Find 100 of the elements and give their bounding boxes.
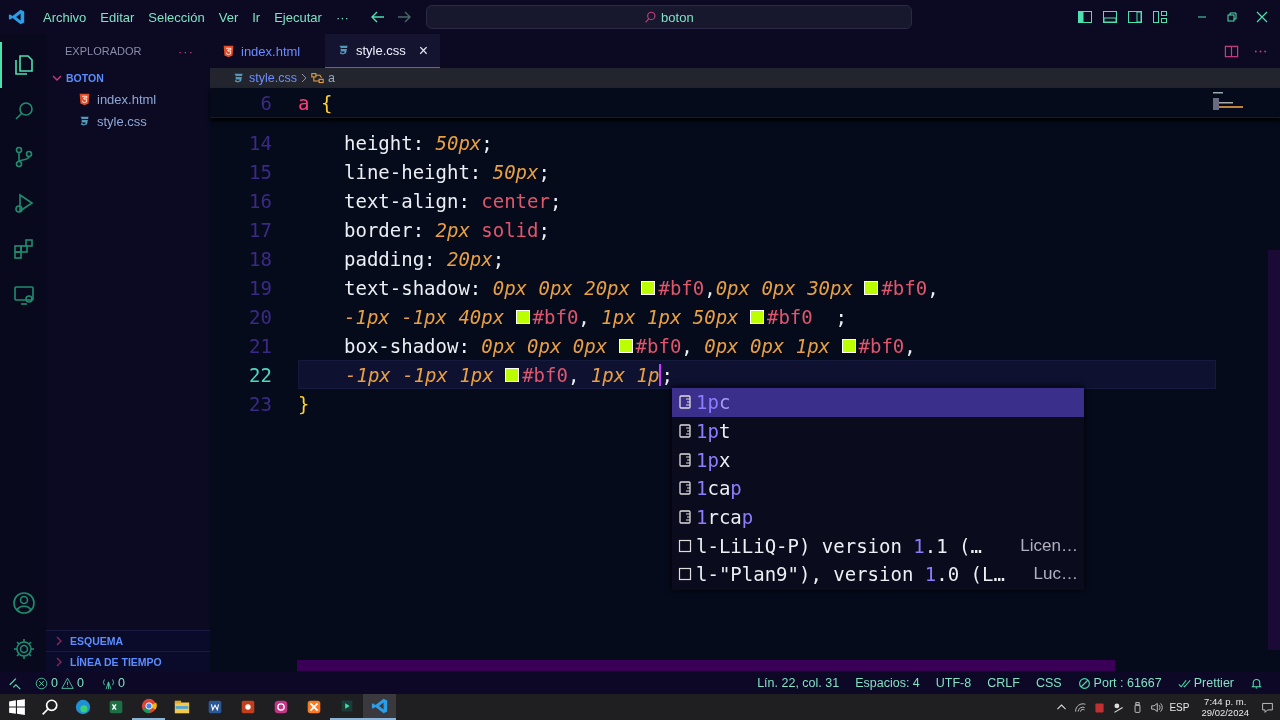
code-text: a { bbox=[298, 91, 333, 114]
code-text: #bf0, 1px 1p bbox=[522, 363, 660, 386]
square-icon bbox=[678, 566, 692, 583]
text-cursor bbox=[659, 363, 662, 386]
clock-time[interactable]: 7:44 p. m. bbox=[1204, 696, 1247, 707]
menu-item[interactable]: Ir bbox=[245, 5, 268, 29]
code-text: box-shadow: 0px 0px 0px bbox=[344, 334, 609, 357]
ruler-icon bbox=[678, 451, 692, 468]
speaker-icon[interactable] bbox=[1150, 700, 1164, 714]
sidebar-right-layout-icon[interactable] bbox=[1127, 9, 1143, 25]
restore-icon[interactable] bbox=[1224, 9, 1240, 25]
code-text: #bf0, 1px 1px 50px bbox=[532, 305, 740, 328]
code-text: padding: 20px; bbox=[344, 247, 505, 270]
suggestion-item[interactable]: 1px bbox=[672, 445, 1084, 475]
line-number: 14 bbox=[248, 131, 272, 154]
code-editor-icon[interactable] bbox=[363, 694, 396, 720]
suggestion-item[interactable]: 1pt bbox=[672, 416, 1084, 446]
html-file-icon bbox=[222, 44, 235, 58]
more-actions-button[interactable]: ··· bbox=[178, 43, 194, 59]
forward-arrow-icon[interactable] bbox=[395, 9, 412, 25]
search-icon bbox=[644, 10, 658, 24]
color-swatch-icon[interactable] bbox=[841, 338, 856, 353]
horizontal-scrollbar[interactable] bbox=[297, 660, 1115, 671]
error-count: 0 bbox=[51, 676, 58, 690]
code-editor-logo-icon bbox=[8, 8, 26, 26]
vertical-scrollbar[interactable] bbox=[1268, 250, 1280, 650]
status-item[interactable]: UTF-8 bbox=[930, 672, 977, 694]
antenna-icon bbox=[101, 676, 115, 690]
chevron-right-icon bbox=[299, 73, 308, 83]
problems-button[interactable]: 0 0 bbox=[30, 672, 89, 694]
line-number: 21 bbox=[248, 334, 272, 357]
panel-layout-icon[interactable] bbox=[1102, 9, 1118, 25]
menu-item[interactable]: Ejecutar bbox=[267, 5, 329, 29]
code-text: #bf0, 0px 0px 1px bbox=[635, 334, 832, 357]
code-text: height: 50px; bbox=[344, 131, 493, 154]
port-status[interactable]: Port : 61667 bbox=[1072, 672, 1167, 694]
code-text: line-height: 50px; bbox=[344, 160, 550, 183]
breadcrumb-item[interactable]: a bbox=[310, 71, 335, 85]
code-text: #bf0, bbox=[881, 276, 939, 299]
suggestion-item[interactable]: 1pc bbox=[672, 388, 1084, 417]
sidebar-section-header[interactable]: ESQUEMA bbox=[46, 630, 210, 651]
color-swatch-icon[interactable] bbox=[618, 338, 633, 353]
editor-tab[interactable]: style.css × bbox=[325, 34, 440, 68]
status-item[interactable]: Espacios: 4 bbox=[850, 672, 925, 694]
code-text: border: 2px solid; bbox=[344, 218, 550, 241]
folder-name[interactable]: BOTON bbox=[66, 72, 104, 84]
breadcrumb-item[interactable]: style.css bbox=[232, 71, 297, 85]
split-editor-icon[interactable] bbox=[1224, 43, 1239, 59]
sidebar-title: EXPLORADOR bbox=[65, 45, 142, 57]
suggestion-item[interactable]: 1cap bbox=[672, 474, 1084, 503]
ruler-icon bbox=[678, 480, 692, 497]
menu-item[interactable]: Ver bbox=[211, 5, 246, 29]
color-swatch-icon[interactable] bbox=[864, 280, 879, 295]
color-swatch-icon[interactable] bbox=[641, 280, 656, 295]
menu-item[interactable]: Archivo bbox=[36, 5, 94, 29]
formatter-status[interactable]: Prettier bbox=[1172, 672, 1239, 694]
menu-item[interactable]: Editar bbox=[93, 5, 142, 29]
close-tab-icon[interactable]: × bbox=[418, 41, 428, 60]
windows-logo-icon bbox=[7, 698, 26, 716]
menu-item[interactable]: ··· bbox=[328, 5, 356, 29]
wifi-icon[interactable] bbox=[1074, 700, 1088, 714]
clock-date[interactable]: 29/02/2024 bbox=[1201, 707, 1249, 718]
ruler-icon bbox=[678, 394, 692, 411]
back-arrow-icon[interactable] bbox=[369, 9, 386, 25]
code-text: -1px -1px 1px bbox=[345, 363, 495, 386]
line-number: 15 bbox=[248, 160, 272, 183]
color-swatch-icon[interactable] bbox=[749, 309, 764, 324]
code-text: #bf0 ; bbox=[766, 305, 848, 328]
status-item[interactable]: CSS bbox=[1030, 672, 1067, 694]
html-file-icon bbox=[78, 92, 91, 106]
line-number: 22 bbox=[248, 363, 272, 386]
sidebar-section-header[interactable]: LÍNEA DE TIEMPO bbox=[46, 651, 210, 672]
color-swatch-icon[interactable] bbox=[505, 367, 520, 382]
command-search-field[interactable]: boton bbox=[425, 5, 912, 29]
square-icon bbox=[678, 537, 692, 554]
ports-button[interactable]: 0 bbox=[96, 672, 130, 694]
code-text: text-shadow: 0px 0px 20px bbox=[344, 276, 631, 299]
ruler-icon bbox=[678, 509, 692, 526]
menu-item[interactable]: Selección bbox=[141, 5, 212, 29]
notification-icon[interactable] bbox=[1261, 700, 1274, 714]
search-icon bbox=[40, 698, 59, 716]
code-text: #bf0,0px 0px 30px bbox=[658, 276, 854, 299]
line-number: 19 bbox=[248, 276, 272, 299]
color-swatch-icon[interactable] bbox=[515, 309, 530, 324]
sidebar-left-layout-icon[interactable] bbox=[1077, 9, 1093, 25]
suggestion-item[interactable]: l-"Plan9"), version 1.0 (L… Luc… bbox=[672, 560, 1084, 589]
chevron-icon[interactable] bbox=[52, 73, 62, 83]
suggestion-item[interactable]: l-LiLiQ-P) version 1.1 (… Licen… bbox=[672, 531, 1084, 561]
close-icon[interactable] bbox=[1254, 9, 1270, 25]
code-text: } bbox=[298, 392, 310, 415]
tray-app-icon[interactable] bbox=[1093, 700, 1107, 714]
suggestion-item[interactable]: 1rcap bbox=[672, 502, 1084, 532]
file-item[interactable]: index.html bbox=[46, 88, 210, 110]
language-indicator[interactable]: ESP bbox=[1169, 701, 1190, 713]
status-item[interactable]: Lín. 22, col. 31 bbox=[752, 672, 845, 694]
warning-icon bbox=[60, 676, 74, 690]
layout-layout-icon[interactable] bbox=[1152, 9, 1168, 25]
file-item[interactable]: style.css bbox=[46, 110, 210, 132]
status-item[interactable]: CRLF bbox=[982, 672, 1025, 694]
css-file-icon bbox=[337, 44, 350, 57]
